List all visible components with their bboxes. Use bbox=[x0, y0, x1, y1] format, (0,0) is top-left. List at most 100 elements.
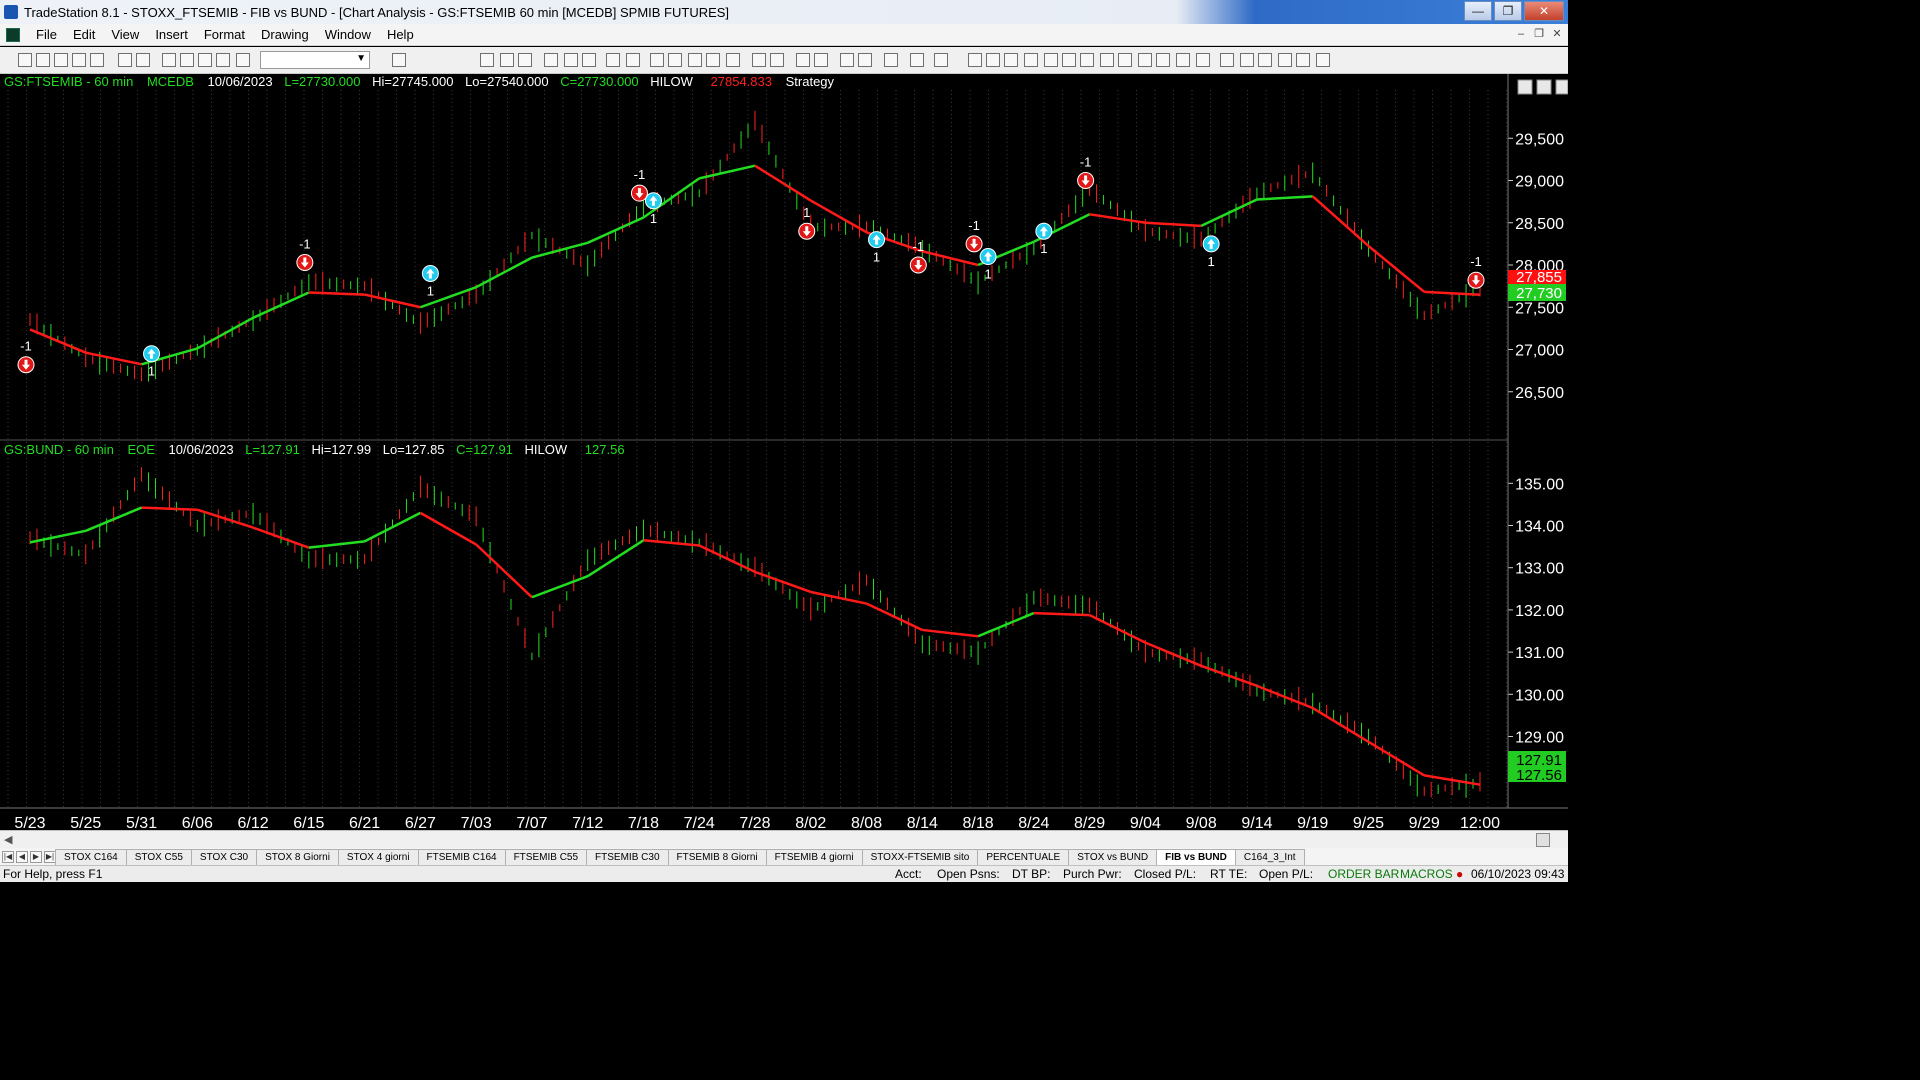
sheet-tab-14[interactable]: FIB vs BUND bbox=[1156, 848, 1236, 865]
sheet-tab-15[interactable]: C164_3_Int bbox=[1234, 848, 1305, 865]
toolbar-tool-16-icon[interactable] bbox=[518, 53, 532, 67]
scroll-thumb[interactable] bbox=[1536, 833, 1550, 847]
toolbar-tool-10-icon[interactable] bbox=[198, 53, 212, 67]
toolbar-tool-3-icon[interactable] bbox=[54, 53, 68, 67]
toolbar-tool-48-icon[interactable] bbox=[1196, 53, 1210, 67]
symbol-combo[interactable]: ▼ bbox=[260, 51, 370, 69]
menu-help[interactable]: Help bbox=[379, 27, 422, 42]
toolbar-tool-34-icon[interactable] bbox=[910, 53, 924, 67]
toolbar-tool-22-icon[interactable] bbox=[650, 53, 664, 67]
toolbar-tool-20-icon[interactable] bbox=[606, 53, 620, 67]
toolbar-tool-9-icon[interactable] bbox=[180, 53, 194, 67]
menu-edit[interactable]: Edit bbox=[65, 27, 103, 42]
menu-drawing[interactable]: Drawing bbox=[253, 27, 317, 42]
toolbar-tool-39-icon[interactable] bbox=[1024, 53, 1038, 67]
sheet-tab-11[interactable]: STOXX-FTSEMIB sito bbox=[861, 848, 979, 865]
toolbar-tool-13-icon[interactable] bbox=[392, 53, 406, 67]
sheet-tab-9[interactable]: FTSEMIB 8 Giorni bbox=[667, 848, 767, 865]
toolbar-tool-44-icon[interactable] bbox=[1118, 53, 1132, 67]
menu-view[interactable]: View bbox=[103, 27, 147, 42]
scroll-left-icon[interactable]: ◀ bbox=[4, 833, 12, 846]
toolbar-tool-54-icon[interactable] bbox=[1316, 53, 1330, 67]
toolbar-tool-36-icon[interactable] bbox=[968, 53, 982, 67]
toolbar-tool-6-icon[interactable] bbox=[118, 53, 132, 67]
toolbar-tool-37-icon[interactable] bbox=[986, 53, 1000, 67]
chart-canvas[interactable]: -1 1 -1 1 -1 1 1 1 -1 1 -1 1 -1 1 -1 29,500 29,000 28,50… bbox=[0, 74, 1569, 832]
sheet-tab-6[interactable]: FTSEMIB C164 bbox=[417, 848, 506, 865]
toolbar-tool-41-icon[interactable] bbox=[1062, 53, 1076, 67]
toolbar-tool-47-icon[interactable] bbox=[1176, 53, 1190, 67]
toolbar-tool-53-icon[interactable] bbox=[1296, 53, 1310, 67]
toolbar-tool-14-icon[interactable] bbox=[480, 53, 494, 67]
toolbar-tool-21-icon[interactable] bbox=[626, 53, 640, 67]
toolbar-tool-51-icon[interactable] bbox=[1258, 53, 1272, 67]
toolbar-tool-28-icon[interactable] bbox=[770, 53, 784, 67]
chart-analysis-window[interactable]: -1 1 -1 1 -1 1 1 1 -1 1 -1 1 -1 1 -1 29,500 29,000 28,50… bbox=[0, 74, 1569, 832]
sheet-tab-12[interactable]: PERCENTUALE bbox=[977, 848, 1070, 865]
restore-button[interactable]: ❐ bbox=[1494, 1, 1522, 21]
sheet-tab-1[interactable]: STOX C164 bbox=[55, 848, 127, 865]
sheet-tab-13[interactable]: STOX vs BUND bbox=[1068, 848, 1158, 865]
toolbar-tool-8-icon[interactable] bbox=[162, 53, 176, 67]
tab-first-icon[interactable]: |◀ bbox=[2, 850, 14, 863]
sheet-tab-2[interactable]: STOX C55 bbox=[125, 848, 192, 865]
sheet-tab-3[interactable]: STOX C30 bbox=[190, 848, 258, 865]
subwindow-minimize-button[interactable] bbox=[1517, 79, 1533, 95]
toolbar-tool-32-icon[interactable] bbox=[858, 53, 872, 67]
menu-format[interactable]: Format bbox=[196, 27, 253, 42]
status-open-psns: Open Psns: bbox=[937, 867, 1000, 881]
close-button[interactable]: ✕ bbox=[1524, 1, 1564, 21]
toolbar-tool-17-icon[interactable] bbox=[544, 53, 558, 67]
toolbar-tool-24-icon[interactable] bbox=[688, 53, 702, 67]
toolbar-tool-52-icon[interactable] bbox=[1278, 53, 1292, 67]
toolbar-tool-5-icon[interactable] bbox=[90, 53, 104, 67]
toolbar-tool-11-icon[interactable] bbox=[216, 53, 230, 67]
toolbar-tool-2-icon[interactable] bbox=[36, 53, 50, 67]
sheet-tab-8[interactable]: FTSEMIB C30 bbox=[586, 848, 669, 865]
toolbar-tool-7-icon[interactable] bbox=[136, 53, 150, 67]
toolbar-tool-46-icon[interactable] bbox=[1156, 53, 1170, 67]
toolbar-tool-29-icon[interactable] bbox=[796, 53, 810, 67]
order-bar-button[interactable]: ORDER BAR bbox=[1328, 867, 1399, 881]
toolbar-tool-30-icon[interactable] bbox=[814, 53, 828, 67]
toolbar-tool-31-icon[interactable] bbox=[840, 53, 854, 67]
sheet-tab-4[interactable]: STOX 8 Giorni bbox=[256, 848, 339, 865]
toolbar-tool-23-icon[interactable] bbox=[668, 53, 682, 67]
toolbar-tool-38-icon[interactable] bbox=[1004, 53, 1018, 67]
mdi-minimize-button[interactable]: – bbox=[1514, 27, 1528, 41]
toolbar-tool-43-icon[interactable] bbox=[1100, 53, 1114, 67]
toolbar-tool-33-icon[interactable] bbox=[884, 53, 898, 67]
p2-y-tick-label: 132.00 bbox=[1515, 603, 1564, 620]
sheet-tab-10[interactable]: FTSEMIB 4 giorni bbox=[765, 848, 863, 865]
menu-window[interactable]: Window bbox=[317, 27, 379, 42]
toolbar-tool-1-icon[interactable] bbox=[18, 53, 32, 67]
toolbar-tool-12-icon[interactable] bbox=[236, 53, 250, 67]
tab-prev-icon[interactable]: ◀ bbox=[16, 850, 28, 863]
sheet-tab-7[interactable]: FTSEMIB C55 bbox=[504, 848, 588, 865]
toolbar-tool-49-icon[interactable] bbox=[1220, 53, 1234, 67]
toolbar-tool-35-icon[interactable] bbox=[934, 53, 948, 67]
tab-next-icon[interactable]: ▶ bbox=[30, 850, 42, 863]
toolbar-tool-40-icon[interactable] bbox=[1044, 53, 1058, 67]
toolbar-tool-50-icon[interactable] bbox=[1240, 53, 1254, 67]
menu-insert[interactable]: Insert bbox=[147, 27, 196, 42]
subwindow-restore-button[interactable] bbox=[1536, 79, 1552, 95]
menu-file[interactable]: File bbox=[28, 27, 65, 42]
toolbar-tool-45-icon[interactable] bbox=[1138, 53, 1152, 67]
chart-window-icon[interactable] bbox=[6, 27, 20, 42]
toolbar-tool-19-icon[interactable] bbox=[582, 53, 596, 67]
subwindow-close-button[interactable] bbox=[1555, 79, 1569, 95]
toolbar-tool-25-icon[interactable] bbox=[706, 53, 720, 67]
mdi-close-button[interactable]: ✕ bbox=[1550, 27, 1564, 41]
toolbar-tool-27-icon[interactable] bbox=[752, 53, 766, 67]
horizontal-scrollbar[interactable]: ◀ bbox=[0, 830, 1568, 848]
toolbar-tool-15-icon[interactable] bbox=[500, 53, 514, 67]
mdi-restore-button[interactable]: ❐ bbox=[1532, 27, 1546, 41]
toolbar-tool-26-icon[interactable] bbox=[726, 53, 740, 67]
minimize-button[interactable]: — bbox=[1464, 1, 1492, 21]
macros-button[interactable]: MACROS bbox=[1400, 867, 1453, 881]
sheet-tab-5[interactable]: STOX 4 giorni bbox=[337, 848, 419, 865]
toolbar-tool-18-icon[interactable] bbox=[564, 53, 578, 67]
toolbar-tool-42-icon[interactable] bbox=[1080, 53, 1094, 67]
toolbar-tool-4-icon[interactable] bbox=[72, 53, 86, 67]
